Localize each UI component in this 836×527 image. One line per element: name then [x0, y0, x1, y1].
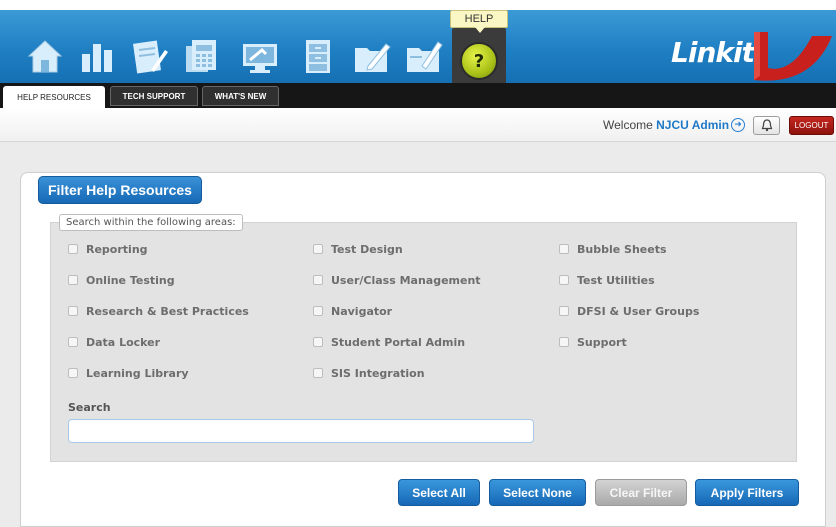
file-cabinet-icon[interactable]: [298, 36, 338, 76]
checkbox-reporting[interactable]: Reporting: [68, 242, 148, 256]
checkbox-test-utilities[interactable]: Test Utilities: [559, 273, 655, 287]
user-bar: Welcome NJCU Admin ➜ LOGOUT: [0, 108, 836, 142]
linkit-logo-mark: [754, 32, 832, 81]
welcome-message: Welcome NJCU Admin: [603, 118, 729, 132]
checkbox-label: Support: [577, 335, 627, 349]
select-none-button[interactable]: Select None: [489, 479, 586, 506]
top-navigation-bar: ? Linkit!: [0, 10, 836, 93]
checkbox-label: Online Testing: [86, 273, 175, 287]
circle-arrow-right-icon[interactable]: ➜: [731, 118, 745, 132]
bar-chart-icon[interactable]: [77, 36, 117, 76]
checkbox-learning-library[interactable]: Learning Library: [68, 366, 189, 380]
search-label: Search: [68, 401, 111, 414]
checkbox-student-portal-admin[interactable]: Student Portal Admin: [313, 335, 465, 349]
clear-filter-button[interactable]: Clear Filter: [595, 479, 687, 506]
question-mark-icon: ?: [460, 42, 498, 80]
checkbox-label: Navigator: [331, 304, 393, 318]
select-all-button[interactable]: Select All: [398, 479, 480, 506]
checkbox-label: Test Design: [331, 242, 403, 256]
checkbox-navigator[interactable]: Navigator: [313, 304, 392, 318]
checkbox-research-best-practices[interactable]: Research & Best Practices: [68, 304, 249, 318]
checkbox-sis-integration[interactable]: SIS Integration: [313, 366, 425, 380]
checkbox-box[interactable]: [313, 244, 323, 254]
checkbox-label: Learning Library: [86, 366, 189, 380]
checkbox-support[interactable]: Support: [559, 335, 627, 349]
tab-strip: HELP RESOURCES TECH SUPPORT WHAT'S NEW: [0, 83, 836, 108]
checkbox-box[interactable]: [559, 275, 569, 285]
bell-icon: [761, 119, 772, 132]
tab-whats-new[interactable]: WHAT'S NEW: [202, 86, 279, 106]
checkbox-label: Research & Best Practices: [86, 304, 249, 318]
checkbox-box[interactable]: [68, 337, 78, 347]
checkbox-test-design[interactable]: Test Design: [313, 242, 403, 256]
panel-title: Filter Help Resources: [38, 176, 202, 204]
help-tooltip: HELP: [450, 10, 508, 33]
checkbox-box[interactable]: [68, 244, 78, 254]
apply-filters-button[interactable]: Apply Filters: [695, 479, 799, 506]
checkbox-label: Data Locker: [86, 335, 161, 349]
calculator-icon[interactable]: [181, 36, 221, 76]
checkbox-box[interactable]: [68, 368, 78, 378]
checkbox-bubble-sheets[interactable]: Bubble Sheets: [559, 242, 667, 256]
checkbox-box[interactable]: [68, 275, 78, 285]
checkbox-box[interactable]: [313, 275, 323, 285]
checkbox-box[interactable]: [313, 337, 323, 347]
checkbox-label: User/Class Management: [331, 273, 481, 287]
search-input[interactable]: [68, 419, 534, 443]
checkbox-label: Student Portal Admin: [331, 335, 466, 349]
logout-button[interactable]: LOGOUT: [789, 116, 834, 135]
checkbox-box[interactable]: [559, 337, 569, 347]
checkbox-box[interactable]: [559, 244, 569, 254]
checkbox-box[interactable]: [313, 368, 323, 378]
checkbox-label: Bubble Sheets: [577, 242, 667, 256]
checkbox-dfsi-user-groups[interactable]: DFSI & User Groups: [559, 304, 699, 318]
notifications-button[interactable]: [753, 116, 780, 135]
checkbox-label: Test Utilities: [577, 273, 655, 287]
areas-label: Search within the following areas:: [59, 214, 243, 231]
home-icon[interactable]: [25, 36, 65, 76]
tab-help-resources[interactable]: HELP RESOURCES: [3, 86, 105, 108]
checkbox-user-class-management[interactable]: User/Class Management: [313, 273, 481, 287]
checkbox-label: SIS Integration: [331, 366, 425, 380]
checkbox-data-locker[interactable]: Data Locker: [68, 335, 160, 349]
checkbox-box[interactable]: [559, 306, 569, 316]
checkbox-label: DFSI & User Groups: [577, 304, 700, 318]
pencil-document-icon[interactable]: [129, 36, 169, 76]
monitor-icon[interactable]: [240, 36, 280, 76]
checkbox-box[interactable]: [313, 306, 323, 316]
folder-pencil-icon[interactable]: [404, 36, 444, 76]
checkbox-box[interactable]: [68, 306, 78, 316]
checkbox-label: Reporting: [86, 242, 148, 256]
user-name[interactable]: NJCU Admin: [656, 118, 729, 132]
welcome-prefix: Welcome: [603, 118, 653, 132]
edit-folder-icon[interactable]: [352, 36, 392, 76]
tab-tech-support[interactable]: TECH SUPPORT: [110, 86, 198, 106]
checkbox-online-testing[interactable]: Online Testing: [68, 273, 175, 287]
